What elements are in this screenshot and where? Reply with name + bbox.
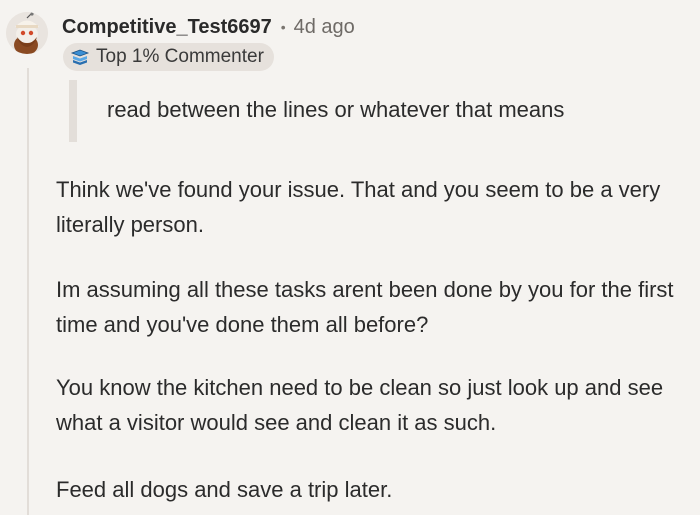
username-link[interactable]: Competitive_Test6697 <box>62 16 272 39</box>
snoo-avatar-icon <box>6 12 48 54</box>
comment-paragraph-4: Feed all dogs and save a trip later. <box>56 477 393 502</box>
thread-line <box>27 68 29 515</box>
user-flair-badge: Top 1% Commenter <box>63 43 274 71</box>
comment-paragraph-3: You know the kitchen need to be clean so… <box>56 375 664 435</box>
avatar[interactable] <box>6 12 48 54</box>
quoted-text: read between the lines or whatever that … <box>107 97 565 122</box>
comment-paragraph-1: Think we've found your issue. That and y… <box>56 177 661 237</box>
top-commenter-badge-icon <box>70 49 90 65</box>
quote-bar <box>69 80 77 142</box>
comment-paragraph-2: Im assuming all these tasks arent been d… <box>56 277 674 337</box>
flair-label: Top 1% Commenter <box>96 46 264 67</box>
meta-separator: • <box>280 19 286 35</box>
timestamp[interactable]: 4d ago <box>294 16 355 39</box>
comment-header: Competitive_Test6697 • 4d ago <box>62 12 355 42</box>
